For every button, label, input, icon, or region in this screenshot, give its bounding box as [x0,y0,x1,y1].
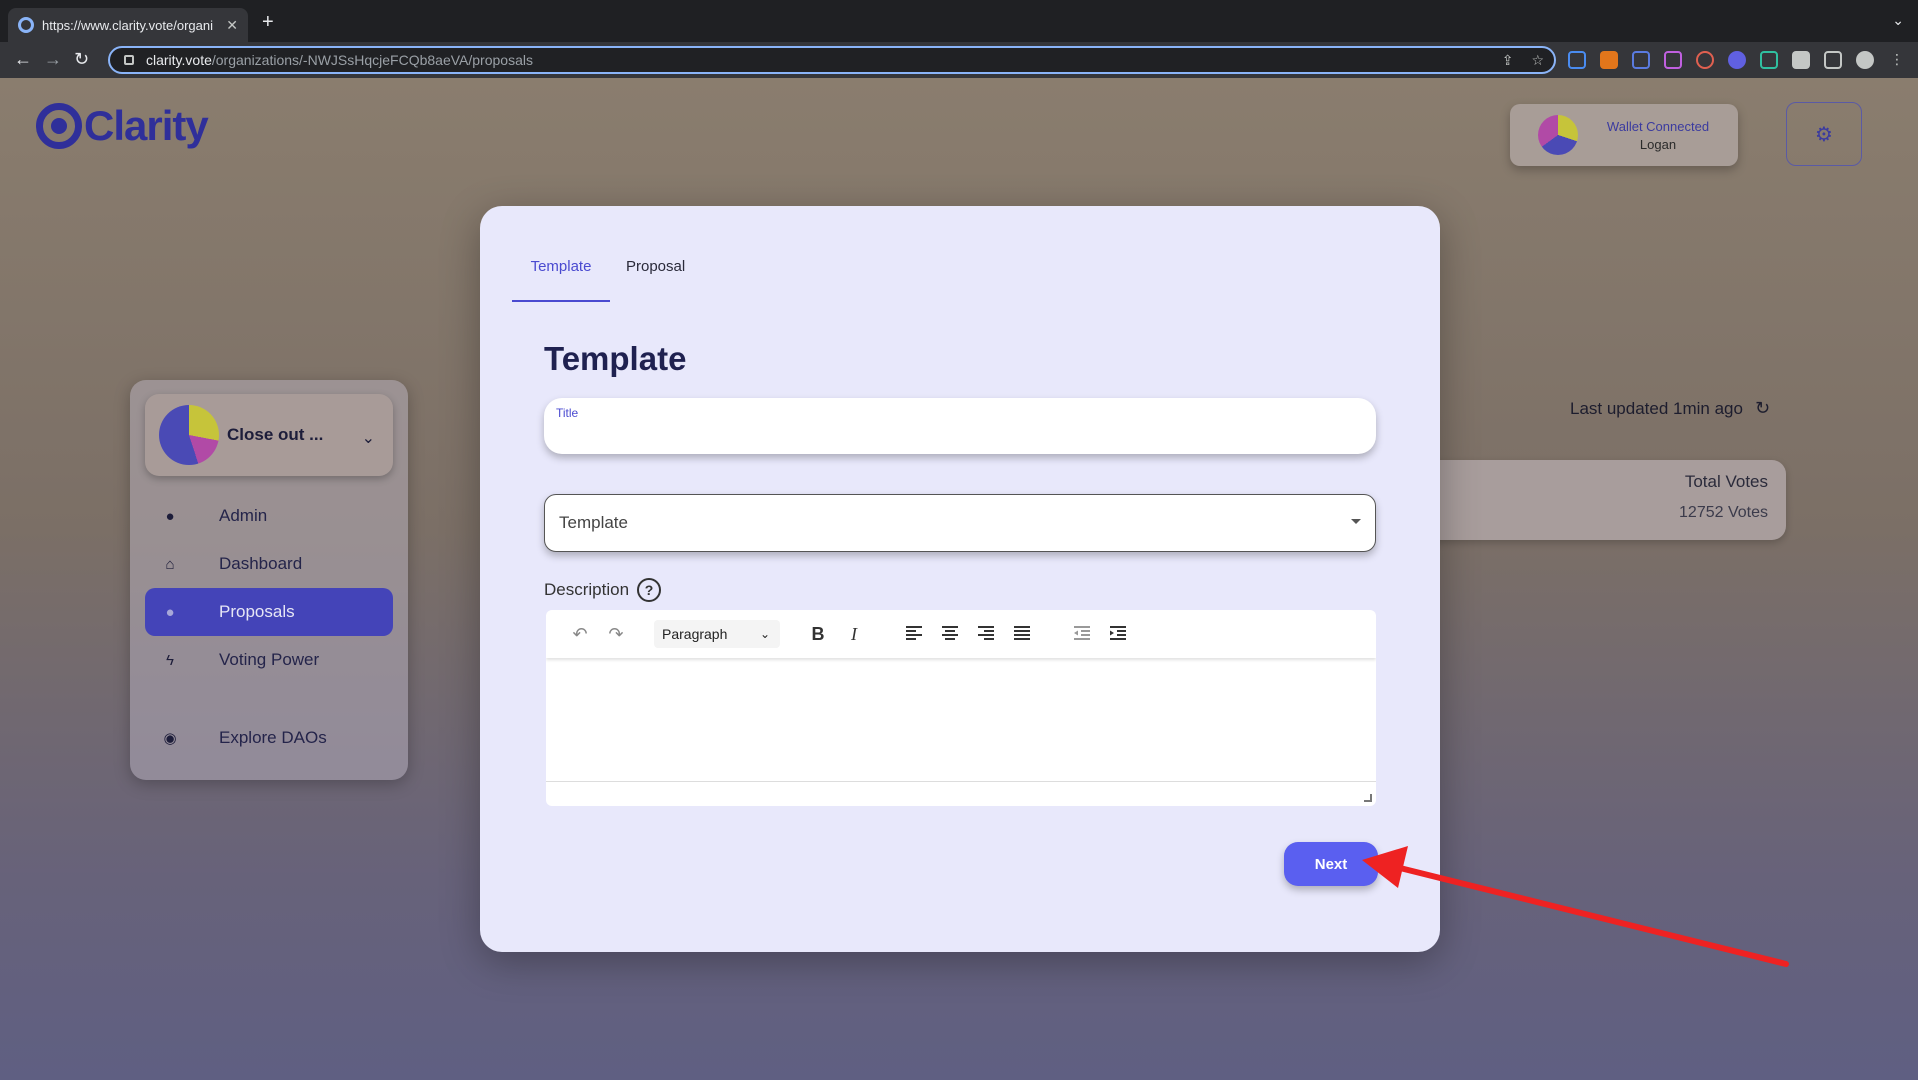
wallet-button[interactable]: Wallet Connected Logan [1510,104,1738,166]
sidebar-item-label: Dashboard [219,554,303,573]
tab-proposal[interactable]: Proposal [610,252,701,302]
browser-toolbar: ← → ↻ clarity.vote/organizations/-NWJSsH… [0,42,1918,78]
rich-text-editor: ↶ ↷ Paragraph ⌄ B I [546,610,1376,806]
template-select[interactable]: Template [544,494,1376,552]
extension-icon[interactable] [1728,51,1746,69]
next-button[interactable]: Next [1284,842,1378,886]
undo-icon[interactable]: ↶ [562,624,598,645]
person-icon: ● [165,507,175,525]
chevron-down-icon: ⌄ [759,627,770,641]
tab-search-chevron-icon[interactable]: ⌄ [1892,12,1904,29]
wallet-status: Wallet Connected [1606,118,1710,134]
lightning-icon: ϟ [166,651,174,669]
modal-tabs: Template Proposal [512,252,701,302]
sidebar: Close out ... ⌄ ● Admin ⌂ Dashboard ● Pr… [130,380,408,780]
redo-icon[interactable]: ↷ [598,624,634,645]
bookmark-star-icon[interactable]: ☆ [1531,52,1544,69]
logo-text: Clarity [84,102,209,149]
title-input[interactable] [556,424,1356,448]
last-updated: Last updated 1min ago ↻ [1570,398,1770,419]
extension-icon[interactable] [1568,51,1586,69]
home-icon: ⌂ [165,555,175,573]
block-format-select[interactable]: Paragraph ⌄ [654,620,780,648]
reload-icon[interactable]: ↻ [74,50,89,68]
editor-content-area[interactable] [546,658,1376,782]
sidebar-item-label: Explore DAOs [219,728,327,747]
total-votes-value: 12752 Votes [1679,504,1768,521]
refresh-icon[interactable]: ↻ [1755,398,1770,419]
sidebar-item-label: Admin [219,506,268,525]
resize-handle-icon[interactable] [1364,794,1372,802]
sidebar-item-proposals[interactable]: ● Proposals [145,588,393,636]
share-icon[interactable]: ⇪ [1502,52,1514,69]
align-justify-icon[interactable] [1004,624,1040,645]
page-viewport: Clarity Wallet Connected Logan ⚙ Close o… [0,78,1918,1080]
description-label: Description ? [544,578,662,602]
sidebar-item-label: Voting Power [219,650,320,669]
italic-icon[interactable]: I [836,624,872,645]
org-avatar [159,405,219,465]
puzzle-extensions-icon[interactable] [1792,51,1810,69]
sidebar-item-label: Proposals [219,602,295,621]
create-proposal-modal: Template Proposal Template Title Templat… [480,206,1440,952]
sidebar-item-dashboard[interactable]: ⌂ Dashboard [145,540,393,588]
dropdown-arrow-icon [1351,519,1361,524]
total-votes-card: Total Votes 12752 Votes [1430,460,1786,540]
sidebar-item-voting-power[interactable]: ϟ Voting Power [145,636,393,684]
template-select-value: Template [559,513,628,532]
profile-icon[interactable] [1856,51,1874,69]
gear-icon: ⚙ [1815,123,1833,146]
url-path: /organizations/-NWJSsHqcjeFCQb8aeVA/prop… [211,52,533,68]
modal-title: Template [544,340,687,377]
settings-button[interactable]: ⚙ [1786,102,1862,166]
new-tab-icon[interactable]: + [262,12,274,32]
align-center-icon[interactable] [932,624,968,645]
extension-icon[interactable] [1760,51,1778,69]
org-name: Close out ... [227,425,324,444]
org-selector[interactable]: Close out ... ⌄ [145,394,393,476]
lightbulb-icon: ● [165,603,175,621]
title-field-label: Title [556,406,579,420]
compass-icon: ◉ [163,730,177,747]
align-right-icon[interactable] [968,624,1004,645]
editor-toolbar: ↶ ↷ Paragraph ⌄ B I [546,610,1376,658]
more-menu-icon[interactable]: ⋮ [1888,51,1906,69]
wallet-user: Logan [1639,136,1677,152]
clarity-logo-icon [36,103,82,149]
description-label-text: Description [544,580,630,599]
chevron-down-icon: ⌄ [361,430,375,447]
clarity-logo[interactable]: Clarity [36,102,209,150]
tab-template[interactable]: Template [512,252,610,302]
browser-tab-bar: https://www.clarity.vote/organi ✕ + ⌄ [0,0,1918,42]
clarity-favicon-icon [18,17,34,33]
extensions-area: ⋮ [1568,51,1906,69]
indent-icon[interactable] [1100,624,1136,645]
sidebar-item-admin[interactable]: ● Admin [145,492,393,540]
close-tab-icon[interactable]: ✕ [226,17,238,34]
title-field[interactable]: Title [544,398,1376,454]
editor-status-bar [546,782,1376,806]
annotation-arrow-shaft [1397,865,1789,967]
lock-icon [124,55,134,65]
browser-tab[interactable]: https://www.clarity.vote/organi ✕ [8,8,248,42]
metamask-extension-icon[interactable] [1600,51,1618,69]
bold-icon[interactable]: B [800,624,836,645]
extension-icon[interactable] [1696,51,1714,69]
extension-icon[interactable] [1632,51,1650,69]
back-icon[interactable]: ← [14,50,32,68]
forward-icon[interactable]: → [44,50,62,68]
browser-tab-title: https://www.clarity.vote/organi [42,17,213,33]
extension-icon[interactable] [1664,51,1682,69]
side-panel-icon[interactable] [1824,51,1842,69]
wallet-avatar [1538,115,1578,155]
url-host: clarity.vote [146,52,212,68]
outdent-icon[interactable] [1064,624,1100,645]
sidebar-item-explore-daos[interactable]: ◉ Explore DAOs [145,714,393,762]
align-left-icon[interactable] [896,624,932,645]
total-votes-label: Total Votes [1684,472,1768,491]
address-bar[interactable]: clarity.vote/organizations/-NWJSsHqcjeFC… [108,46,1556,74]
help-icon[interactable]: ? [637,578,662,602]
block-format-value: Paragraph [662,626,728,642]
last-updated-text: Last updated 1min ago [1570,398,1743,418]
